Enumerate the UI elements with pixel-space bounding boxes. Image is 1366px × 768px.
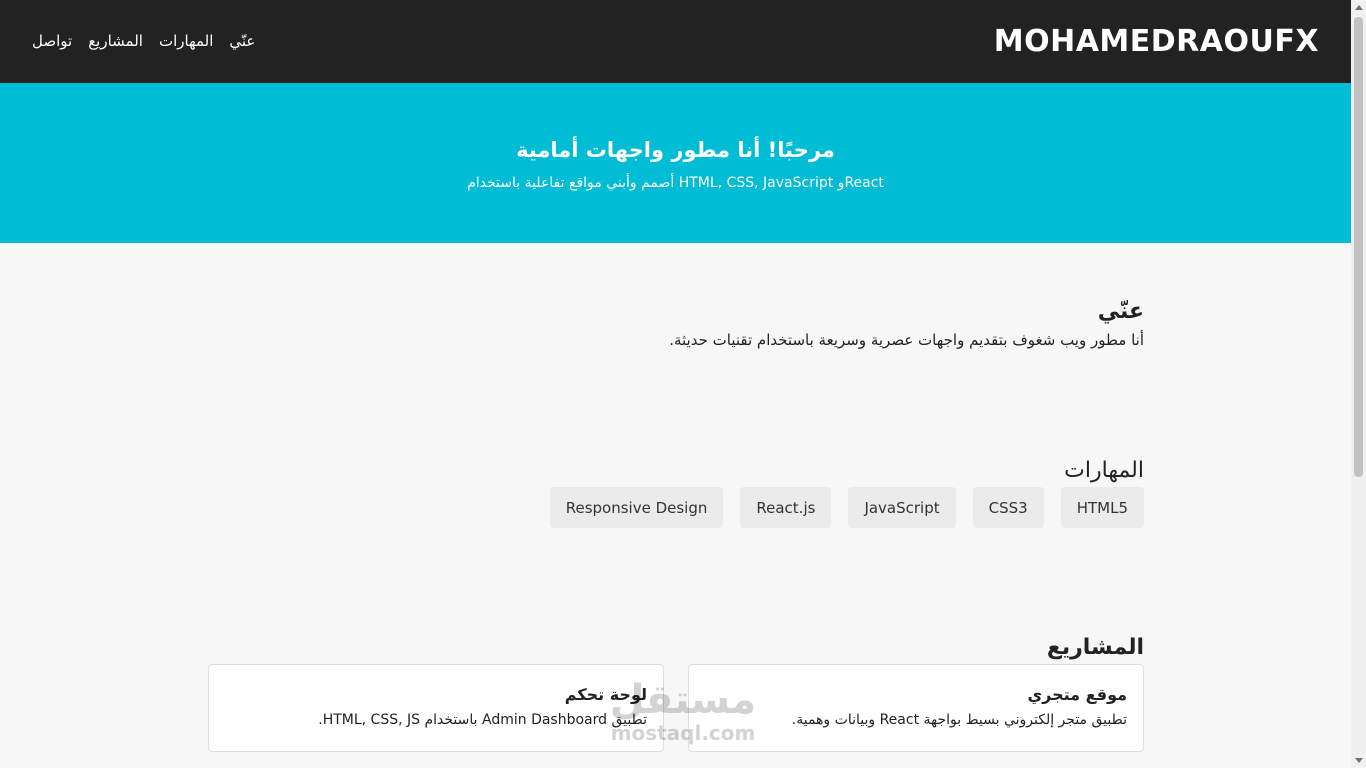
page: MOHAMEDRAOUFX عنّي المهارات المشاريع توا… <box>0 0 1351 768</box>
skill-chip-responsive-design: Responsive Design <box>549 487 724 528</box>
project-description: تطبيق متجر إلكتروني بسيط بواجهة React وب… <box>791 712 1127 728</box>
skill-chip-html5: HTML5 <box>1060 487 1144 528</box>
site-logo[interactable]: MOHAMEDRAOUFX <box>994 24 1319 59</box>
hero-title: مرحبًا! أنا مطور واجهات أمامية <box>516 138 835 162</box>
hero-subtitle: أصمم وأبني مواقع تفاعلية باستخدام HTML, … <box>467 175 884 191</box>
vertical-scrollbar[interactable] <box>1351 0 1366 768</box>
projects-section: المشاريع موقع متجري تطبيق متجر إلكتروني … <box>208 635 1144 752</box>
skills-list: HTML5 CSS3 JavaScript React.js Responsiv… <box>208 487 1144 528</box>
skill-chip-javascript: JavaScript <box>848 487 956 528</box>
nav-link-skills[interactable]: المهارات <box>159 32 213 50</box>
project-card-store[interactable]: موقع متجري تطبيق متجر إلكتروني بسيط بواج… <box>688 664 1144 752</box>
about-section: عنّي أنا مطور ويب شغوف بتقديم واجهات عصر… <box>208 299 1144 349</box>
project-title: لوحة تحكم <box>564 685 647 704</box>
project-title: موقع متجري <box>1027 685 1128 704</box>
scroll-up-arrow-icon[interactable] <box>1355 5 1363 10</box>
scroll-down-arrow-icon[interactable] <box>1355 758 1363 763</box>
scrollbar-thumb[interactable] <box>1354 17 1363 477</box>
project-description: تطبيق Admin Dashboard باستخدام HTML, CSS… <box>318 712 647 728</box>
about-text: أنا مطور ويب شغوف بتقديم واجهات عصرية وس… <box>669 331 1144 349</box>
nav-link-about[interactable]: عنّي <box>229 32 255 50</box>
skill-chip-css3: CSS3 <box>972 487 1044 528</box>
projects-title: المشاريع <box>1046 635 1144 660</box>
hero-banner: مرحبًا! أنا مطور واجهات أمامية أصمم وأبن… <box>0 83 1351 243</box>
navbar: MOHAMEDRAOUFX عنّي المهارات المشاريع توا… <box>0 0 1351 83</box>
skills-title: المهارات <box>1064 458 1144 483</box>
skill-chip-react: React.js <box>740 487 832 528</box>
nav-link-projects[interactable]: المشاريع <box>88 32 143 50</box>
projects-grid: موقع متجري تطبيق متجر إلكتروني بسيط بواج… <box>208 664 1144 752</box>
nav-links: عنّي المهارات المشاريع تواصل <box>32 32 255 50</box>
project-card-dashboard[interactable]: لوحة تحكم تطبيق Admin Dashboard باستخدام… <box>208 664 664 752</box>
about-title: عنّي <box>1097 299 1144 324</box>
nav-link-contact[interactable]: تواصل <box>32 32 72 50</box>
skills-section: المهارات HTML5 CSS3 JavaScript React.js … <box>208 458 1144 528</box>
